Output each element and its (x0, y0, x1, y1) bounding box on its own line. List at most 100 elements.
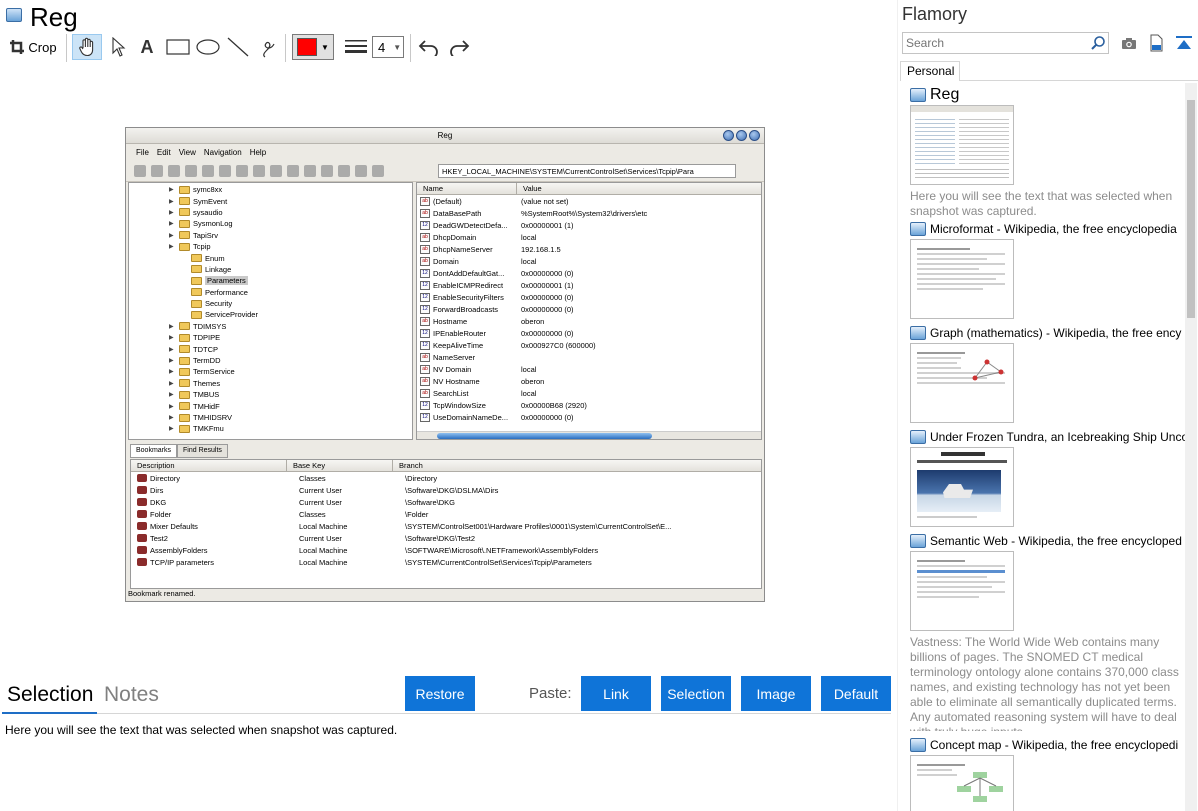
snapshot-bookmark-description: Mixer Defaults (150, 521, 198, 531)
chevron-down-icon: ▼ (321, 42, 329, 52)
rectangle-tool-button[interactable] (164, 34, 192, 60)
snapshot-value-row: ab DhcpNameServer 192.168.1.5 (417, 243, 761, 255)
minimize-icon (723, 130, 734, 141)
paste-image-button[interactable]: Image (741, 676, 811, 711)
scroll-thumb (437, 433, 652, 439)
string-value-icon: ab (420, 364, 430, 374)
snapshot-value-row: 12 UseDomainNameDe... 0x00000000 (0) (417, 411, 761, 423)
folder-icon (179, 333, 190, 342)
snapshot-bookmark-basekey: Local Machine (299, 557, 348, 567)
snapshot-value-name: DeadGWDetectDefa... (433, 220, 508, 230)
flamory-panel: Flamory Personal Reg Here you will see t… (897, 0, 1198, 811)
find-next-icon (304, 164, 316, 177)
snapshot-tree-item: Linkage (129, 264, 412, 275)
tab-personal[interactable]: Personal (900, 61, 960, 81)
document-icon[interactable] (1147, 34, 1165, 52)
snapshot-bookmark-branch: \Directory (405, 473, 438, 483)
restore-button[interactable]: Restore (405, 676, 475, 711)
freehand-tool-button[interactable] (254, 34, 282, 60)
copy-icon (253, 164, 265, 177)
redo-button[interactable] (446, 34, 472, 60)
snapshot-tree-item: ▶ TMHidF (129, 400, 412, 411)
text-tool-button[interactable]: A (134, 34, 160, 60)
snapshot-item[interactable]: Microformat - Wikipedia, the free encycl… (910, 221, 1186, 319)
panel-scroll-thumb[interactable] (1187, 100, 1195, 318)
snapshot-menu-item: File (136, 148, 149, 157)
snapshot-value-row: ab NameServer (417, 351, 761, 363)
snapshot-item[interactable]: Graph (mathematics) - Wikipedia, the fre… (910, 325, 1186, 423)
snapshot-status-bar: Bookmark renamed. (128, 589, 196, 598)
snapshot-tree-item: Parameters (129, 275, 412, 286)
tab-selection[interactable]: Selection (7, 683, 93, 707)
paste-label: Paste: (529, 685, 572, 702)
snapshot-value-row: 12 KeepAliveTime 0x000927C0 (600000) (417, 339, 761, 351)
line-width-value: 4 (378, 39, 386, 55)
camera-icon[interactable] (1120, 34, 1138, 52)
snapshot-tree-item: Enum (129, 252, 412, 263)
snapshot-value-row: 12 EnableSecurityFilters 0x00000000 (0) (417, 291, 761, 303)
snapshot-value-name: DataBasePath (433, 208, 482, 218)
crop-label: Crop (28, 39, 57, 55)
snapshot-item[interactable]: Under Frozen Tundra, an Icebreaking Ship… (910, 429, 1186, 527)
snapshot-bookmark-description: TCP/IP parameters (150, 557, 215, 567)
snapshot-bookmark-branch: \SOFTWARE\Microsoft\.NETFramework\Assemb… (405, 545, 599, 555)
binoculars-icon (287, 164, 299, 177)
search-icon[interactable] (1090, 35, 1106, 51)
snapshot-value-row: 12 DontAddDefaultGat... 0x00000000 (0) (417, 267, 761, 279)
dword-value-icon: 12 (420, 220, 430, 230)
string-value-icon: ab (420, 196, 430, 206)
tree-expander-icon: ▶ (169, 403, 174, 410)
snapshot-item[interactable]: Semantic Web - Wikipedia, the free encyc… (910, 533, 1186, 731)
string-value-icon: ab (420, 352, 430, 362)
selection-text[interactable]: Here you will see the text that was sele… (5, 723, 397, 737)
line-width-select[interactable]: 4 ▼ (372, 36, 404, 58)
snapshot-bookmark-basekey: Classes (299, 473, 326, 483)
collapse-to-top-icon[interactable] (1175, 34, 1193, 52)
snapshot-value-row: ab NV Domain local (417, 363, 761, 375)
tab-notes[interactable]: Notes (104, 683, 159, 707)
ellipse-icon (196, 39, 220, 55)
snapshot-menu-item: Navigation (203, 148, 242, 157)
snapshot-tree-label: TermService (193, 367, 235, 377)
ellipse-tool-button[interactable] (194, 34, 222, 60)
snapshot-bookmark-description: Dirs (150, 485, 164, 495)
window-icon (910, 738, 926, 752)
snapshot-bookmark-row: Dirs Current User \Software\DKG\DSLMA\Dirs (131, 484, 761, 496)
snapshot-bookmarks-header: Description Base Key Branch (131, 460, 761, 472)
paste-selection-button[interactable]: Selection (661, 676, 731, 711)
snapshot-bookmark-description: Folder (150, 509, 172, 519)
snapshot-value-data: 192.168.1.5 (521, 244, 561, 254)
bookmark-icon (137, 498, 147, 506)
select-tool-button[interactable] (106, 34, 132, 60)
hand-tool-button[interactable] (72, 34, 102, 60)
snapshot-value-data: 0x00000000 (0) (521, 304, 574, 314)
snapshot-item[interactable]: Reg Here you will see the text that was … (910, 87, 1186, 219)
snapshot-tree-label: TMHidF (193, 401, 220, 411)
snapshot-value-row: 12 ForwardBroadcasts 0x00000000 (0) (417, 303, 761, 315)
snapshot-item[interactable]: Concept map - Wikipedia, the free encycl… (910, 737, 1186, 811)
line-width-icon-button[interactable] (344, 34, 368, 60)
snapshot-item-title: Concept map - Wikipedia, the free encycl… (910, 737, 1186, 753)
snapshot-bookmark-row: Directory Classes \Directory (131, 472, 761, 484)
snapshot-bookmark-description: AssemblyFolders (150, 545, 208, 555)
undo-button[interactable] (416, 34, 442, 60)
ship-photo (917, 470, 1001, 512)
snapshot-tree-item: ▶ Tcpip (129, 241, 412, 252)
search-input[interactable] (902, 32, 1109, 54)
snapshot-value-name: EnableSecurityFilters (433, 292, 504, 302)
snapshot-value-row: ab Hostname oberon (417, 315, 761, 327)
paste-default-button[interactable]: Default (821, 676, 891, 711)
snapshot-bookmark-description: Directory (150, 473, 181, 483)
hand-icon (79, 37, 94, 57)
pen-color-dropdown[interactable]: ▼ (292, 34, 334, 60)
chevron-down-icon: ▼ (393, 42, 402, 52)
crop-button[interactable]: Crop (6, 34, 60, 60)
paste-link-button[interactable]: Link (581, 676, 651, 711)
snapshot-window-title: Reg (437, 131, 453, 140)
snapshot-thumbnail (910, 105, 1014, 185)
snapshot-tree-label: Parameters (205, 276, 248, 286)
string-value-icon: ab (420, 388, 430, 398)
columns-icon (338, 164, 350, 177)
snapshot-value-data: 0x00000001 (1) (521, 220, 574, 230)
line-tool-button[interactable] (224, 34, 252, 60)
